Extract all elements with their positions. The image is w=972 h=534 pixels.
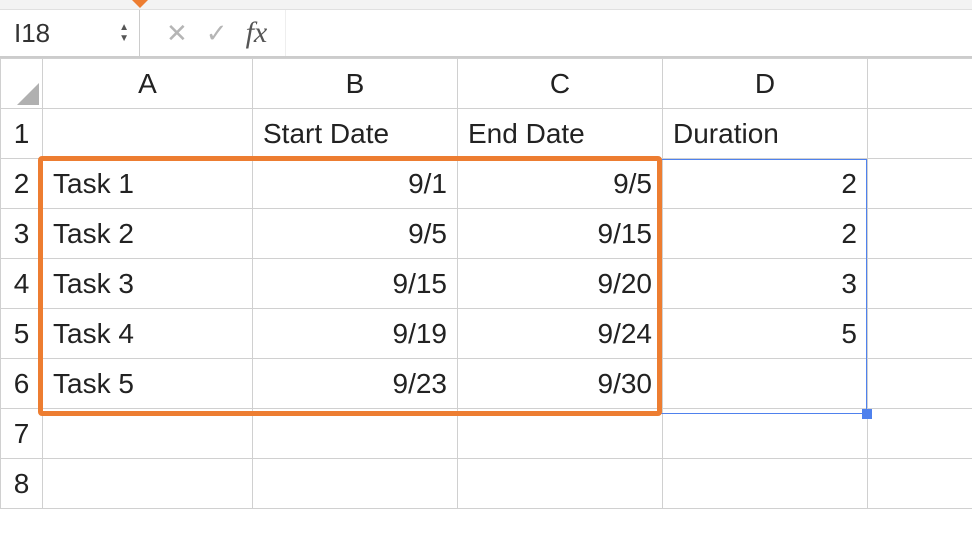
cell-D4[interactable]: 3 [663, 259, 868, 309]
row-3: 3 Task 2 9/5 9/15 2 [1, 209, 972, 259]
row-7: 7 [1, 409, 972, 459]
sheet-table[interactable]: A B C D 1 Start Date End Date Duration 2… [0, 58, 972, 509]
row-8: 8 [1, 459, 972, 509]
column-header-extra[interactable] [868, 59, 972, 109]
cell-E5[interactable] [868, 309, 972, 359]
cell-C1[interactable]: End Date [458, 109, 663, 159]
row-header-5[interactable]: 5 [1, 309, 43, 359]
stepper-up-icon[interactable]: ▲ [119, 22, 129, 33]
cell-D1[interactable]: Duration [663, 109, 868, 159]
row-header-2[interactable]: 2 [1, 159, 43, 209]
cell-B8[interactable] [253, 459, 458, 509]
row-1: 1 Start Date End Date Duration [1, 109, 972, 159]
row-header-3[interactable]: 3 [1, 209, 43, 259]
cell-C5[interactable]: 9/24 [458, 309, 663, 359]
cell-B7[interactable] [253, 409, 458, 459]
cell-A8[interactable] [43, 459, 253, 509]
cell-B6[interactable]: 9/23 [253, 359, 458, 409]
ribbon-strip [0, 0, 972, 10]
cell-A2[interactable]: Task 1 [43, 159, 253, 209]
cell-E2[interactable] [868, 159, 972, 209]
row-5: 5 Task 4 9/19 9/24 5 [1, 309, 972, 359]
cell-E3[interactable] [868, 209, 972, 259]
row-header-1[interactable]: 1 [1, 109, 43, 159]
formula-bar-controls: ✕ ✓ fx [140, 10, 285, 56]
cell-A5[interactable]: Task 4 [43, 309, 253, 359]
cell-C6[interactable]: 9/30 [458, 359, 663, 409]
row-header-8[interactable]: 8 [1, 459, 43, 509]
cell-E7[interactable] [868, 409, 972, 459]
cell-B1[interactable]: Start Date [253, 109, 458, 159]
row-6: 6 Task 5 9/23 9/30 [1, 359, 972, 409]
cell-C8[interactable] [458, 459, 663, 509]
spreadsheet-grid[interactable]: A B C D 1 Start Date End Date Duration 2… [0, 58, 972, 534]
cell-E6[interactable] [868, 359, 972, 409]
fx-icon[interactable]: fx [246, 16, 268, 50]
cell-E1[interactable] [868, 109, 972, 159]
column-header-B[interactable]: B [253, 59, 458, 109]
cell-D3[interactable]: 2 [663, 209, 868, 259]
name-box-stepper[interactable]: ▲ ▼ [119, 22, 129, 44]
formula-input[interactable] [285, 10, 972, 56]
cell-B3[interactable]: 9/5 [253, 209, 458, 259]
row-4: 4 Task 3 9/15 9/20 3 [1, 259, 972, 309]
cell-D5[interactable]: 5 [663, 309, 868, 359]
stepper-down-icon[interactable]: ▼ [119, 33, 129, 44]
cell-D2[interactable]: 2 [663, 159, 868, 209]
row-header-6[interactable]: 6 [1, 359, 43, 409]
row-header-4[interactable]: 4 [1, 259, 43, 309]
cell-C3[interactable]: 9/15 [458, 209, 663, 259]
accept-icon[interactable]: ✓ [206, 18, 228, 49]
select-all-corner[interactable] [1, 59, 43, 109]
cell-B5[interactable]: 9/19 [253, 309, 458, 359]
selection-fill-handle[interactable] [862, 409, 872, 419]
column-header-C[interactable]: C [458, 59, 663, 109]
cell-E8[interactable] [868, 459, 972, 509]
cell-A4[interactable]: Task 3 [43, 259, 253, 309]
cell-A1[interactable] [43, 109, 253, 159]
column-header-D[interactable]: D [663, 59, 868, 109]
name-box-value: I18 [14, 18, 50, 49]
formula-bar-row: I18 ▲ ▼ ✕ ✓ fx [0, 10, 972, 58]
row-2: 2 Task 1 9/1 9/5 2 [1, 159, 972, 209]
cell-E4[interactable] [868, 259, 972, 309]
cell-C2[interactable]: 9/5 [458, 159, 663, 209]
cell-A6[interactable]: Task 5 [43, 359, 253, 409]
column-header-A[interactable]: A [43, 59, 253, 109]
cell-C4[interactable]: 9/20 [458, 259, 663, 309]
cell-D7[interactable] [663, 409, 868, 459]
cancel-icon[interactable]: ✕ [166, 18, 188, 49]
ribbon-accent-icon [130, 0, 150, 8]
cell-A3[interactable]: Task 2 [43, 209, 253, 259]
cell-D6[interactable] [663, 359, 868, 409]
cell-B2[interactable]: 9/1 [253, 159, 458, 209]
cell-D8[interactable] [663, 459, 868, 509]
cell-C7[interactable] [458, 409, 663, 459]
name-box[interactable]: I18 ▲ ▼ [0, 10, 140, 56]
cell-A7[interactable] [43, 409, 253, 459]
cell-B4[interactable]: 9/15 [253, 259, 458, 309]
row-header-7[interactable]: 7 [1, 409, 43, 459]
